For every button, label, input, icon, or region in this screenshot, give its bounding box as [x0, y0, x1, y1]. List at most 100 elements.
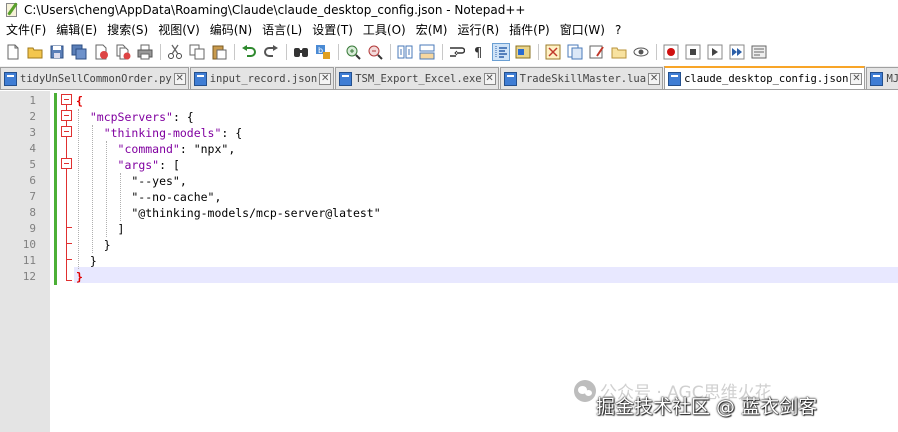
code-line[interactable]: "@thinking-models/mcp-server@latest"	[76, 205, 380, 221]
tab-label: input_record.json	[209, 72, 318, 85]
svg-text:b: b	[318, 46, 323, 55]
close-icon[interactable]: ✕	[648, 72, 661, 85]
record-macro-icon[interactable]	[662, 43, 680, 61]
menu-file[interactable]: 文件(F)	[0, 21, 50, 38]
redo-icon[interactable]	[262, 43, 280, 61]
toolbar-separator	[286, 43, 287, 60]
fold-end-marker	[66, 259, 72, 260]
watermark-strong-text: 掘金技术社区 @ 蓝衣剑客	[596, 396, 818, 418]
svg-text:¶: ¶	[474, 46, 482, 60]
doc-map-icon[interactable]	[544, 43, 562, 61]
code-line[interactable]: {	[76, 93, 83, 109]
code-line[interactable]: "command": "npx",	[76, 141, 236, 157]
show-all-chars-icon[interactable]: ¶	[470, 43, 488, 61]
zoom-out-icon[interactable]	[366, 43, 384, 61]
toolbar-separator	[442, 43, 443, 60]
code-token: ]	[76, 222, 125, 236]
tab-tradeskillmaster[interactable]: TradeSkillMaster.lua ✕	[499, 67, 664, 89]
zoom-in-icon[interactable]	[344, 43, 362, 61]
wechat-logo-icon	[574, 379, 596, 402]
cut-icon[interactable]	[166, 43, 184, 61]
menu-encoding[interactable]: 编码(N)	[204, 21, 256, 38]
menu-window[interactable]: 窗口(W)	[554, 21, 609, 38]
replace-icon[interactable]: b	[314, 43, 332, 61]
open-file-icon[interactable]	[26, 43, 44, 61]
undo-icon[interactable]	[240, 43, 258, 61]
menu-view[interactable]: 视图(V)	[152, 21, 204, 38]
menu-edit[interactable]: 编辑(E)	[50, 21, 101, 38]
tab-label: tidyUnSellCommonOrder.py	[20, 72, 172, 85]
monitor-icon[interactable]	[632, 43, 650, 61]
fold-toggle-icon[interactable]	[61, 158, 72, 169]
code-line[interactable]: "thinking-models": {	[76, 125, 242, 141]
tab-claude-desktop-config[interactable]: claude_desktop_config.json ✕	[664, 66, 866, 89]
new-file-icon[interactable]	[4, 43, 22, 61]
close-icon[interactable]: ✕	[319, 72, 332, 85]
tab-mj-prompt[interactable]: MJ提示	[866, 67, 898, 89]
paste-icon[interactable]	[210, 43, 228, 61]
tab-tidyunsellcommonorder[interactable]: tidyUnSellCommonOrder.py ✕	[0, 67, 189, 89]
code-line[interactable]: }	[76, 269, 83, 285]
tab-input-record[interactable]: input_record.json ✕	[189, 67, 335, 89]
menu-help[interactable]: ?	[609, 23, 625, 37]
function-list-icon[interactable]	[566, 43, 584, 61]
indent-guide-icon[interactable]	[492, 42, 510, 61]
menu-bar: 文件(F) 编辑(E) 搜索(S) 视图(V) 编码(N) 语言(L) 设置(T…	[0, 20, 898, 39]
toolbar-separator	[390, 43, 391, 60]
menu-tools[interactable]: 工具(O)	[357, 21, 410, 38]
line-number: 5	[29, 158, 36, 171]
sync-horizontal-icon[interactable]	[418, 43, 436, 61]
code-line[interactable]: }	[76, 253, 97, 269]
save-icon[interactable]	[48, 43, 66, 61]
code-line[interactable]: "args": [	[76, 157, 180, 173]
word-wrap-icon[interactable]	[448, 43, 466, 61]
code-line[interactable]: "--no-cache",	[76, 189, 221, 205]
save-macro-icon[interactable]	[750, 43, 768, 61]
menu-search[interactable]: 搜索(S)	[101, 21, 152, 38]
toolbar: b ¶	[0, 39, 898, 64]
find-icon[interactable]	[292, 43, 310, 61]
saved-file-icon	[503, 71, 517, 86]
current-line-highlight	[74, 267, 898, 283]
close-icon[interactable]: ✕	[483, 72, 496, 85]
close-icon[interactable]: ✕	[850, 72, 863, 85]
code-token: "mcpServers"	[89, 110, 173, 124]
menu-macro[interactable]: 宏(M)	[410, 21, 452, 38]
menu-settings[interactable]: 设置(T)	[306, 21, 357, 38]
sync-vertical-icon[interactable]	[396, 43, 414, 61]
folder-workspace-icon[interactable]	[588, 43, 606, 61]
save-all-icon[interactable]	[70, 43, 88, 61]
code-line[interactable]: }	[76, 237, 111, 253]
folder-icon[interactable]	[610, 43, 628, 61]
close-icon[interactable]	[92, 43, 110, 61]
menu-language[interactable]: 语言(L)	[256, 21, 306, 38]
code-line[interactable]: "--yes",	[76, 173, 186, 189]
copy-icon[interactable]	[188, 43, 206, 61]
stop-macro-icon[interactable]	[684, 43, 702, 61]
toolbar-separator	[538, 43, 539, 60]
print-icon[interactable]	[136, 43, 154, 61]
tab-tsm-export-excel[interactable]: TSM_Export_Excel.exe ✕	[335, 67, 499, 89]
fold-toggle-icon[interactable]	[61, 126, 72, 137]
close-icon[interactable]: ✕	[173, 72, 186, 85]
code-token: : {	[172, 110, 194, 124]
run-macro-multiple-icon[interactable]	[728, 43, 746, 61]
code-line[interactable]: "mcpServers": {	[76, 109, 194, 125]
toolbar-separator	[338, 43, 339, 60]
close-all-icon[interactable]	[114, 43, 132, 61]
code-token: : [	[159, 158, 180, 172]
play-macro-icon[interactable]	[706, 43, 724, 61]
code-token: }	[76, 238, 111, 252]
udl-icon[interactable]	[514, 43, 532, 61]
fold-toggle-icon[interactable]	[61, 110, 72, 121]
saved-file-icon	[193, 71, 207, 86]
notepadpp-icon	[4, 2, 20, 18]
fold-toggle-icon[interactable]	[61, 94, 72, 105]
watermark: 公众号 · AGC思维火花 掘金技术社区 @ 蓝衣剑客	[574, 378, 817, 418]
menu-run[interactable]: 运行(R)	[451, 21, 503, 38]
code-line[interactable]: ]	[76, 221, 125, 237]
menu-plugins[interactable]: 插件(P)	[503, 21, 554, 38]
code-token: }	[76, 254, 97, 268]
